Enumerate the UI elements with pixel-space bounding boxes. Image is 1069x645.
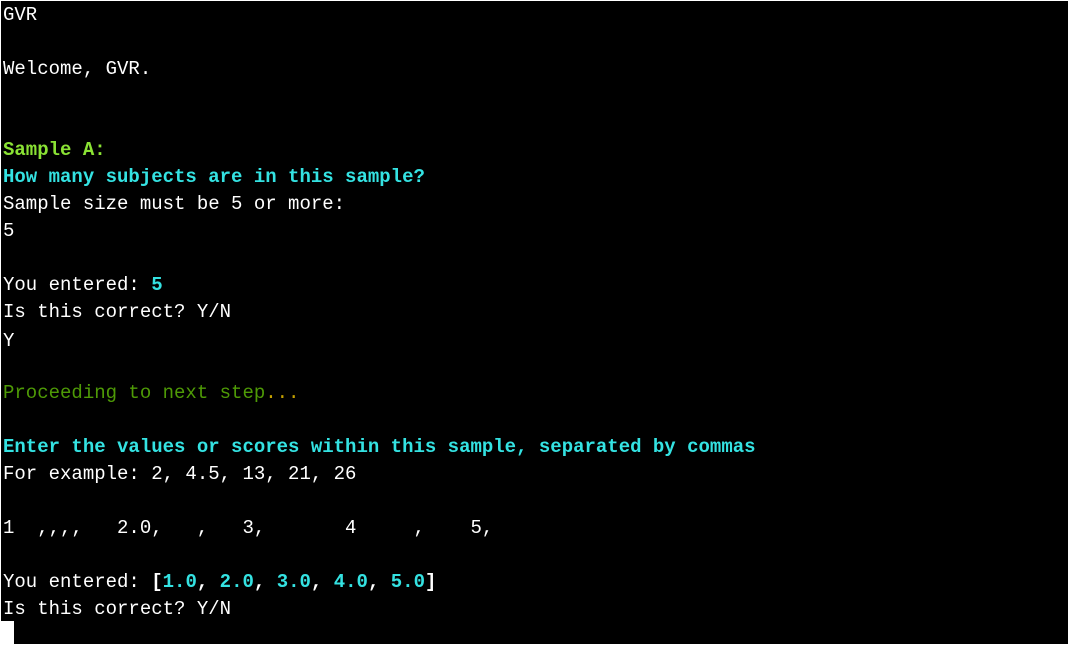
sample-heading: Sample A:	[3, 139, 106, 161]
confirm-question-1: Is this correct? Y/N	[3, 301, 232, 323]
sample-size-input: 5	[3, 220, 15, 242]
welcome-message: Welcome, GVR.	[3, 58, 152, 80]
values-list: 1.0, 2.0, 3.0, 4.0, 5.0	[163, 571, 425, 593]
confirmed-value: 2.0	[219, 571, 254, 593]
proceeding-text: Proceeding to next step	[3, 382, 266, 404]
confirmed-value: 3.0	[276, 571, 311, 593]
sample-size-question: How many subjects are in this sample?	[3, 166, 425, 188]
size-confirmation-line: You entered: 5	[3, 272, 163, 299]
proceeding-ellipsis: ...	[265, 382, 300, 404]
value-separator: ,	[253, 571, 277, 593]
user-name-line: GVR	[3, 4, 38, 26]
size-confirmation-label: You entered:	[3, 274, 152, 296]
text-cursor	[0, 621, 14, 644]
values-confirmation-label: You entered:	[3, 571, 152, 593]
values-example: For example: 2, 4.5, 13, 21, 26	[3, 463, 357, 485]
terminal-window[interactable]: GVR Welcome, GVR. Sample A: How many sub…	[1, 1, 1068, 644]
values-open-bracket: [	[151, 571, 163, 593]
values-close-bracket: ]	[424, 571, 437, 593]
confirmed-value: 1.0	[162, 571, 197, 593]
confirmed-value: 4.0	[333, 571, 368, 593]
confirmed-value: 5.0	[390, 571, 425, 593]
values-prompt: Enter the values or scores within this s…	[3, 436, 756, 458]
sample-size-rule: Sample size must be 5 or more:	[3, 193, 346, 215]
proceeding-status: Proceeding to next step...	[3, 380, 299, 407]
value-separator: ,	[196, 571, 220, 593]
size-confirmation-value: 5	[151, 274, 163, 296]
value-separator: ,	[367, 571, 391, 593]
value-separator: ,	[310, 571, 334, 593]
values-input: 1 ,,,, 2.0, , 3, 4 , 5,	[3, 517, 494, 539]
confirm-answer-1: Y	[3, 330, 15, 352]
values-confirmation-line: You entered: [1.0, 2.0, 3.0, 4.0, 5.0]	[3, 569, 436, 596]
confirm-question-2: Is this correct? Y/N	[3, 598, 232, 620]
